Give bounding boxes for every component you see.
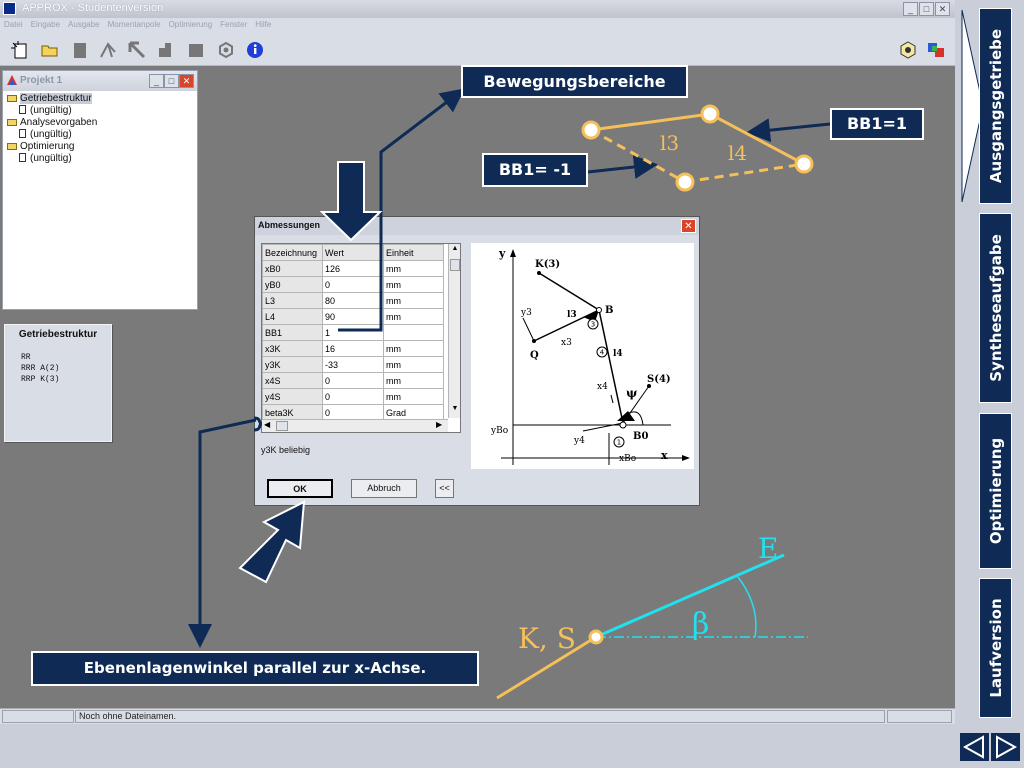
side-navigation: Ausgangsgetriebe Syntheseaufgabe Optimie…: [955, 0, 1024, 768]
big-arrow-to-ok: [238, 500, 306, 584]
callout-bb1-neg: BB1= -1: [482, 153, 588, 187]
sketch-joint: [794, 154, 814, 174]
triangle-left-icon: [962, 735, 984, 759]
sketch-joint: [581, 120, 601, 140]
callout-bewegungsbereiche: Bewegungsbereiche: [461, 65, 688, 98]
sketch-ks-joint: [588, 629, 604, 645]
arrow-bb1-neg: [587, 155, 658, 179]
nav-ausgangsgetriebe[interactable]: Ausgangsgetriebe: [979, 8, 1012, 204]
annotation-overlay: l3 l4 K, S E β: [188, 88, 831, 700]
big-down-arrow: [319, 161, 383, 242]
sketch-l3-solid: [590, 112, 711, 132]
nav-optimierung[interactable]: Optimierung: [979, 413, 1012, 569]
sketch-l4-solid: [709, 112, 805, 166]
arrow-bb1-pos: [746, 118, 831, 143]
sketch-label-ks: K, S: [518, 622, 576, 655]
nav-prev-button[interactable]: [960, 733, 989, 761]
sketch-beta-arc: [737, 576, 757, 638]
nav-laufversion[interactable]: Laufversion: [979, 578, 1012, 718]
nav-next-button[interactable]: [991, 733, 1020, 761]
sketch-label-l3: l3: [660, 131, 679, 155]
sketch-label-l4: l4: [728, 141, 747, 165]
callout-ebenenlage: Ebenenlagenwinkel parallel zur x-Achse.: [31, 651, 479, 686]
sketch-joint: [675, 172, 695, 192]
sketch-joint: [700, 104, 720, 124]
sketch-label-beta: β: [692, 607, 709, 642]
callout-bb1-pos: BB1=1: [830, 108, 924, 140]
nav-syntheseaufgabe[interactable]: Syntheseaufgabe: [979, 213, 1012, 403]
arrow-to-ebenenlage: [188, 418, 257, 648]
triangle-right-icon: [996, 735, 1018, 759]
sketch-label-e: E: [758, 532, 778, 565]
sketch-l4-dashed: [684, 162, 805, 184]
